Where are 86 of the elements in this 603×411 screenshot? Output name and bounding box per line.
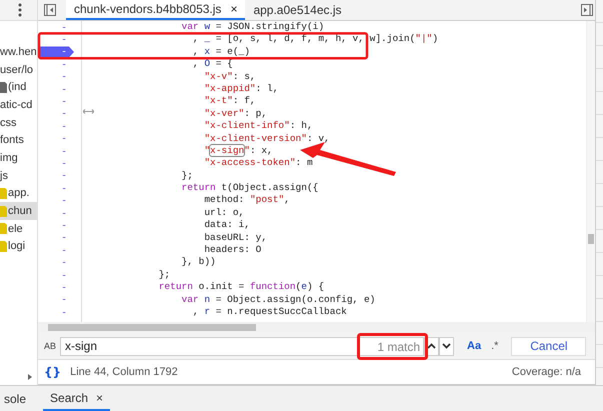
- code-line: "x-appid": l,: [203, 82, 280, 96]
- file-tree-item[interactable]: chun: [0, 202, 37, 220]
- sidebar-toggle-icon[interactable]: [44, 4, 56, 16]
- line-number: -: [60, 158, 68, 169]
- pretty-print-button[interactable]: {}: [44, 365, 62, 379]
- breakpoint-marker[interactable]: -: [38, 46, 74, 58]
- code-line: "x-ver": p,: [203, 108, 268, 120]
- code-line: }, b)): [180, 256, 217, 269]
- file-tree-item[interactable]: atic-cd: [0, 96, 37, 114]
- line-number: -: [60, 195, 68, 206]
- line-number: -: [60, 58, 68, 70]
- file-tab[interactable]: app.a0e514ec.js: [245, 0, 350, 20]
- line-number: -: [60, 282, 68, 293]
- file-icon: [0, 188, 7, 199]
- next-match-button[interactable]: [439, 336, 454, 356]
- line-number: -: [60, 108, 68, 120]
- line-number: -: [60, 232, 68, 244]
- line-number: -: [60, 294, 68, 306]
- expand-arrow-icon[interactable]: [28, 374, 32, 380]
- line-number: -: [60, 34, 68, 46]
- code-line: , r = n.requestSuccCallback: [192, 306, 348, 318]
- line-number: -: [60, 146, 68, 157]
- replace-toggle[interactable]: AB: [40, 341, 60, 351]
- file-tree-item[interactable]: logi: [0, 238, 37, 256]
- code-line: baseURL: y,: [203, 232, 268, 244]
- code-line: "x-access-token": m: [203, 157, 314, 170]
- code-line: var n = Object.assign(o.config, e): [180, 294, 376, 306]
- drag-handle-icon: [83, 109, 94, 114]
- line-number: -: [60, 22, 68, 33]
- file-icon: [0, 223, 7, 234]
- file-tree-item[interactable]: img: [0, 149, 37, 167]
- code-line: "x-client-version": v,: [203, 132, 331, 145]
- horizontal-scrollbar[interactable]: [38, 322, 595, 333]
- drawer-tab[interactable]: Search ×: [43, 386, 110, 411]
- file-icon: [0, 240, 7, 252]
- line-number: -: [60, 220, 68, 231]
- file-icon: [0, 82, 7, 93]
- code-line: headers: O: [203, 244, 262, 256]
- cursor-position: Line 44, Column 1792: [70, 366, 178, 378]
- line-number: -: [60, 96, 68, 108]
- annotation-box: [357, 333, 428, 360]
- file-tree-item[interactable]: app.: [0, 184, 37, 202]
- code-line: };: [180, 170, 194, 182]
- code-line: var w = JSON.stringify(i): [180, 21, 326, 34]
- code-line: "x-t": f,: [203, 95, 257, 108]
- chevron-up-icon: [427, 343, 436, 349]
- file-tree-item[interactable]: js: [0, 166, 37, 184]
- code-line: return o.init = function(e) {: [158, 281, 326, 294]
- file-tree-item[interactable]: (ind: [0, 78, 37, 96]
- match-count: 1 match: [377, 340, 420, 354]
- line-number: -: [60, 133, 68, 144]
- code-line: url: o,: [203, 206, 246, 220]
- line-number: -: [60, 257, 68, 268]
- file-icon: [0, 206, 7, 217]
- line-number: -: [60, 270, 68, 280]
- file-tree-item[interactable]: css: [0, 114, 37, 132]
- line-number: -: [60, 170, 68, 182]
- file-tree-item[interactable]: user/lo: [0, 60, 37, 78]
- code-line: method: "post",: [203, 194, 291, 207]
- more-icon[interactable]: [18, 3, 22, 17]
- line-number: -: [60, 208, 68, 219]
- code-line: "x-v": s,: [203, 70, 257, 83]
- panel-toggle-icon[interactable]: [581, 4, 593, 16]
- line-number: -: [60, 182, 68, 194]
- code-line: , x = e(_): [192, 46, 251, 58]
- code-line: return t(Object.assign({: [180, 182, 320, 194]
- drawer-tab[interactable]: sole: [0, 386, 34, 411]
- file-tree-item[interactable]: ww.hen: [0, 43, 37, 61]
- file-tab[interactable]: chunk-vendors.b4bb8053.js ×: [66, 0, 246, 20]
- line-number: -: [60, 71, 68, 82]
- cancel-button[interactable]: Cancel: [511, 336, 586, 356]
- coverage-status: Coverage: n/a: [512, 366, 581, 378]
- line-number: -: [60, 120, 68, 132]
- match-case-toggle[interactable]: Aa: [462, 340, 486, 352]
- vertical-scrollbar[interactable]: [586, 21, 595, 322]
- line-number: -: [60, 84, 68, 95]
- code-line: };: [158, 268, 172, 282]
- chevron-down-icon: [442, 343, 451, 349]
- line-number: -: [60, 306, 68, 318]
- file-tree-item[interactable]: fonts: [0, 131, 37, 150]
- line-number: -: [60, 244, 68, 256]
- code-line: "x-sign": x,: [203, 144, 274, 158]
- file-tree-item[interactable]: ele: [0, 220, 37, 238]
- code-line: data: i,: [203, 219, 251, 232]
- regex-toggle[interactable]: .*: [486, 340, 504, 352]
- code-line: "x-client-info": h,: [203, 120, 314, 133]
